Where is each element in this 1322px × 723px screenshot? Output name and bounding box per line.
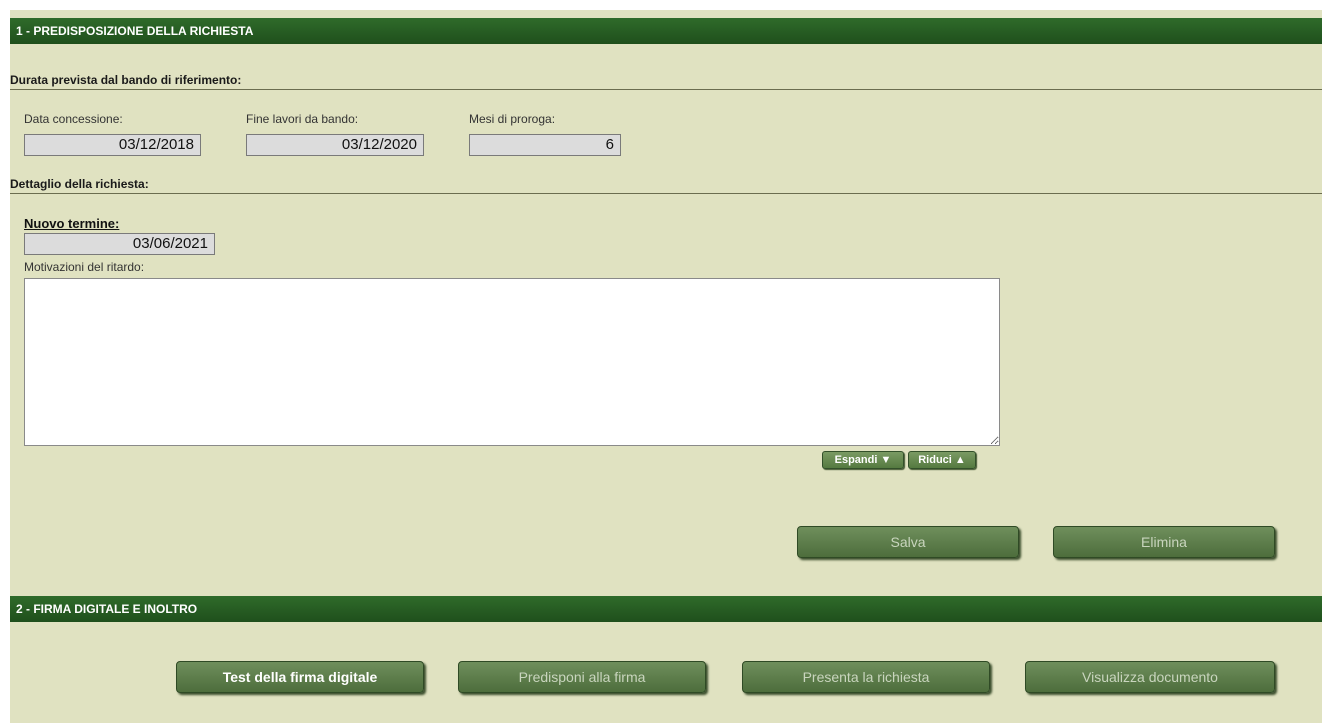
elimina-button[interactable]: Elimina <box>1053 526 1275 558</box>
data-concessione-label: Data concessione: <box>24 112 123 126</box>
test-firma-button[interactable]: Test della firma digitale <box>176 661 424 693</box>
mesi-proroga-field: 6 <box>469 134 621 156</box>
visualizza-documento-button[interactable]: Visualizza documento <box>1025 661 1275 693</box>
dettaglio-subtitle: Dettaglio della richiesta: <box>10 177 1322 194</box>
section1-header: 1 - PREDISPOSIZIONE DELLA RICHIESTA <box>10 18 1322 44</box>
nuovo-termine-field: 03/06/2021 <box>24 233 215 255</box>
riduci-button[interactable]: Riduci ▲ <box>908 451 976 469</box>
predisponi-firma-button[interactable]: Predisponi alla firma <box>458 661 706 693</box>
salva-button[interactable]: Salva <box>797 526 1019 558</box>
motivazioni-textarea[interactable] <box>24 278 1000 446</box>
motivazioni-label: Motivazioni del ritardo: <box>24 260 145 274</box>
form-panel: 1 - PREDISPOSIZIONE DELLA RICHIESTA Dura… <box>10 10 1322 723</box>
durata-subtitle: Durata prevista dal bando di riferimento… <box>10 73 1322 90</box>
nuovo-termine-label: Nuovo termine: <box>24 216 120 231</box>
data-concessione-field: 03/12/2018 <box>24 134 201 156</box>
mesi-proroga-label: Mesi di proroga: <box>469 112 556 126</box>
section2-header: 2 - FIRMA DIGITALE E INOLTRO <box>10 596 1322 622</box>
espandi-button[interactable]: Espandi ▼ <box>822 451 904 469</box>
presenta-richiesta-button[interactable]: Presenta la richiesta <box>742 661 990 693</box>
fine-lavori-label: Fine lavori da bando: <box>246 112 359 126</box>
fine-lavori-field: 03/12/2020 <box>246 134 424 156</box>
